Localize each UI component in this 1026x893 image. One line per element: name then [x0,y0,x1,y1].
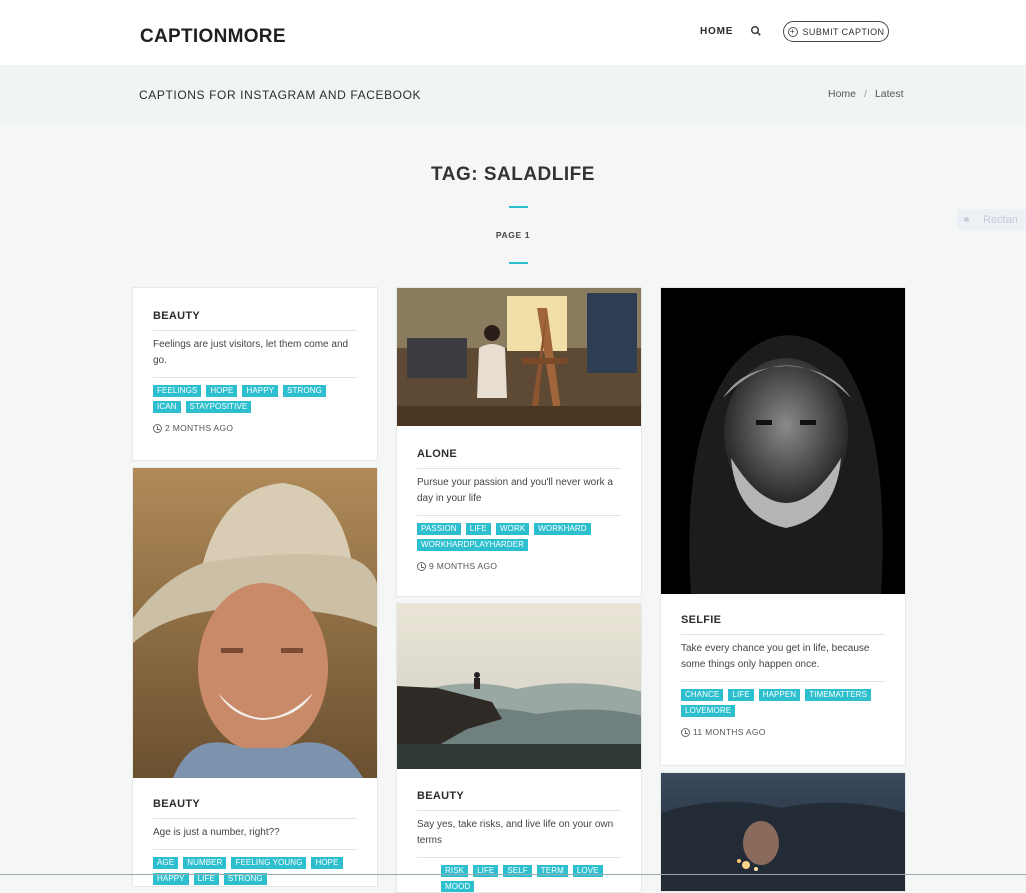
tag-chip[interactable]: STAYPOSITIVE [185,401,252,413]
submit-caption-button[interactable]: + SUBMIT CAPTION [783,21,889,42]
card-caption-text: Feelings are just visitors, let them com… [153,331,357,378]
page-title: TAG: SALADLIFE [431,164,595,185]
clock-icon [153,423,162,433]
tag-chip[interactable]: SELF [503,865,532,877]
breadcrumb-separator: / [864,88,867,100]
tag-chip[interactable]: FEELINGS [153,385,202,397]
card-caption-text: Take every chance you get in life, becau… [681,635,885,682]
card-time-text: 2 MONTHS AGO [165,423,234,433]
tag-chip[interactable]: STRONG [283,385,326,397]
caption-card[interactable]: SELFIE Take every chance you get in life… [660,287,906,766]
floating-widget-label: Rectan [983,213,1018,226]
tag-list: RISK LIFE SELF TERM LOVE MOOD [417,858,621,892]
breadcrumb-latest[interactable]: Latest [875,88,904,100]
tag-list: FEELINGS HOPE HAPPY STRONG ICAN STAYPOSI… [153,378,357,413]
card-timestamp: 11 MONTHS AGO [681,717,885,737]
card-category-link[interactable]: BEAUTY [153,310,357,331]
tag-chip[interactable]: PASSION [417,523,461,535]
tag-chip[interactable]: WORK [495,523,530,535]
floating-widget[interactable]: Rectan [957,209,1026,230]
tag-chip[interactable]: WORKHARD [534,523,591,535]
tag-chip[interactable]: HOPE [206,385,238,397]
tag-chip[interactable]: TERM [536,865,568,877]
tag-chip[interactable]: LOVE [572,865,603,877]
caption-card[interactable]: BEAUTY Feelings are just visitors, let t… [132,287,378,461]
tag-chip[interactable]: LIFE [728,689,754,701]
plus-circle-icon: + [787,26,798,37]
tag-chip[interactable]: HOPE [311,857,343,869]
tag-chip[interactable]: NUMBER [183,857,227,869]
card-time-text: 11 MONTHS AGO [693,727,766,737]
page-number-label: PAGE 1 [495,230,531,240]
card-photo[interactable] [397,288,641,426]
page-bottom-divider [0,874,1026,875]
card-caption-text: Say yes, take risks, and live life on yo… [417,811,621,858]
caption-card[interactable]: BEAUTY Say yes, take risks, and live lif… [396,603,642,893]
title-accent-divider [509,206,528,208]
tag-list: AGE NUMBER FEELING YOUNG HOPE HAPPY LIFE… [153,850,357,885]
submit-caption-label: SUBMIT CAPTION [802,26,885,37]
card-photo[interactable] [133,468,377,778]
card-caption-text: Age is just a number, right?? [153,819,357,850]
tag-chip[interactable]: AGE [153,857,179,869]
tag-chip[interactable]: FEELING YOUNG [231,857,307,869]
search-icon[interactable] [750,24,762,36]
tag-list: CHANCE LIFE HAPPEN TIMEMATTERS LOVEMORE [681,682,885,717]
card-timestamp: 9 MONTHS AGO [417,551,621,571]
tag-chip[interactable]: CHANCE [681,689,724,701]
tag-chip[interactable]: HAPPY [242,385,279,397]
tag-chip[interactable]: TIMEMATTERS [805,689,872,701]
site-logo[interactable]: CAPTIONMORE [140,26,286,48]
breadcrumb: Home / Latest [828,88,904,100]
card-time-text: 9 MONTHS AGO [429,561,498,571]
card-photo[interactable] [661,288,905,594]
tag-chip[interactable]: MOOD [441,881,475,892]
dot-icon [964,217,969,222]
clock-icon [417,561,426,571]
tag-list: PASSION LIFE WORK WORKHARD WORKHARDPLAYH… [417,516,621,551]
card-photo[interactable] [397,604,641,769]
tag-chip[interactable]: LIFE [465,523,491,535]
caption-card[interactable]: BEAUTY Age is just a number, right?? AGE… [132,467,378,887]
tag-chip[interactable]: LOVEMORE [681,705,736,717]
site-tagline: CAPTIONS FOR INSTAGRAM AND FACEBOOK [139,88,422,102]
card-category-link[interactable]: SELFIE [681,614,885,635]
tag-chip[interactable]: LIFE [473,865,499,877]
clock-icon [681,727,690,737]
tag-chip[interactable]: ICAN [153,401,181,413]
breadcrumb-home[interactable]: Home [828,88,856,100]
tag-chip[interactable]: HAPPEN [758,689,801,701]
page-accent-divider [509,262,528,264]
card-category-link[interactable]: BEAUTY [417,790,621,811]
caption-card[interactable]: ALONE Pursue your passion and you'll nev… [396,287,642,597]
tag-chip[interactable]: WORKHARDPLAYHARDER [417,539,528,551]
card-timestamp: 2 MONTHS AGO [153,413,357,433]
card-caption-text: Pursue your passion and you'll never wor… [417,469,621,516]
tag-chip[interactable]: RISK [441,865,469,877]
card-category-link[interactable]: BEAUTY [153,798,357,819]
card-category-link[interactable]: ALONE [417,448,621,469]
nav-home-link[interactable]: HOME [700,26,733,37]
